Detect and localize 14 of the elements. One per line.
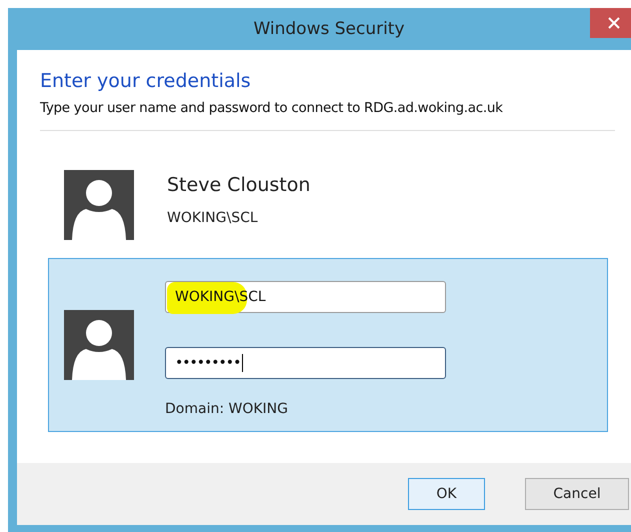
window-title: Windows Security: [253, 19, 405, 39]
domain-label: Domain: WOKING: [165, 401, 289, 417]
close-button[interactable]: [590, 8, 631, 38]
user-name: Steve Clouston: [167, 174, 310, 196]
user-avatar-icon: [64, 170, 134, 240]
account-tile[interactable]: Steve Clouston WOKING\SCL: [48, 131, 608, 258]
account-name: WOKING\SCL: [167, 210, 259, 226]
user-avatar-icon: [64, 310, 134, 380]
close-icon: [608, 17, 620, 29]
password-field[interactable]: •••••••••: [165, 347, 446, 379]
cancel-button[interactable]: Cancel: [525, 478, 629, 510]
ok-button[interactable]: OK: [408, 478, 485, 510]
dialog-heading: Enter your credentials: [40, 70, 252, 94]
dialog-description: Type your user name and password to connect to RDG.ad.woking.ac.uk: [40, 100, 504, 116]
